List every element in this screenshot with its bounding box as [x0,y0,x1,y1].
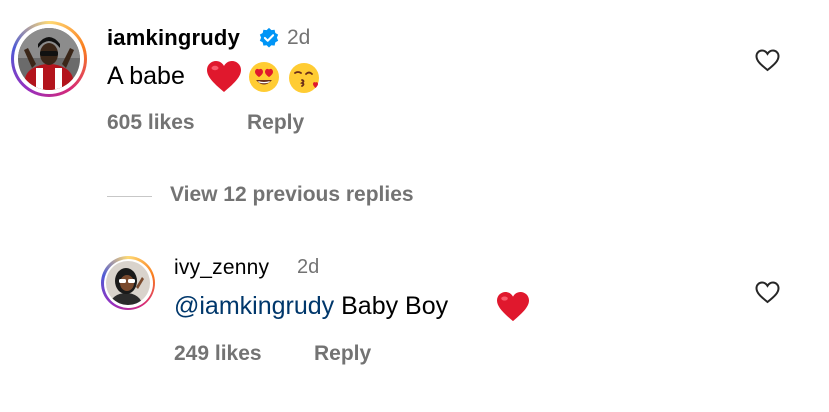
reply-button[interactable]: Reply [314,342,371,366]
like-count[interactable]: 605 likes [107,111,195,135]
avatar[interactable] [101,256,155,310]
red-heart-emoji-icon [206,60,242,94]
comment-text: Baby Boy [341,292,449,320]
avatar[interactable] [11,21,87,97]
comment-username[interactable]: ivy_zenny [174,256,269,280]
reply-button[interactable]: Reply [247,111,304,135]
replies-divider [107,196,152,197]
comment-timestamp: 2d [297,256,320,278]
avatar-image [106,261,150,305]
avatar-image [18,28,80,90]
face-blowing-kiss-emoji-icon [288,62,322,94]
comment-timestamp: 2d [287,26,311,49]
heart-eyes-face-emoji-icon [248,61,280,93]
red-heart-emoji-icon [496,291,530,323]
view-replies-label[interactable]: View 12 previous replies [170,183,414,207]
verified-badge-icon [258,27,280,49]
mention-link[interactable]: @iamkingrudy [174,292,334,320]
comment-text: A babe [107,62,185,90]
like-count[interactable]: 249 likes [174,342,262,366]
comment-username[interactable]: iamkingrudy [107,25,240,51]
like-heart-icon[interactable] [755,49,780,72]
comment-body: @iamkingrudy Baby Boy [174,292,448,321]
like-heart-icon[interactable] [755,281,780,304]
view-previous-replies[interactable]: View 12 previous replies [0,180,829,210]
